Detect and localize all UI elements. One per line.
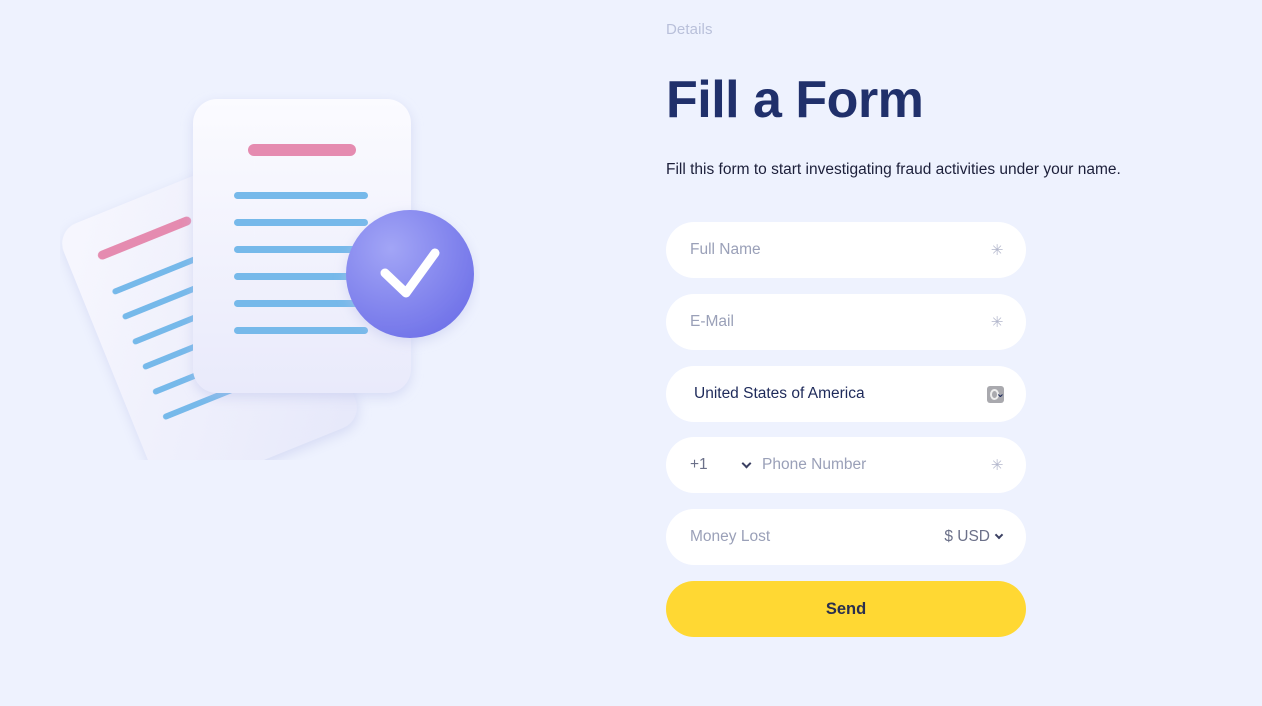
chevron-down-icon [994, 530, 1004, 540]
currency-value: $ USD [944, 528, 990, 545]
page-title: Fill a Form [666, 71, 924, 129]
money-lost-input[interactable] [690, 528, 945, 546]
required-asterisk-icon: ✳ [990, 242, 1004, 259]
phone-number-input[interactable] [762, 456, 990, 474]
full-name-input[interactable] [690, 241, 990, 259]
phone-field: +1 ✳ [666, 437, 1026, 493]
chevron-down-icon: ⌄ [995, 387, 1005, 400]
send-button[interactable]: Send [666, 581, 1026, 637]
section-label: Details [666, 21, 713, 38]
country-code-select[interactable]: +1 [690, 456, 762, 474]
country-selected-value: United States of America [694, 385, 865, 402]
chevron-down-icon [741, 458, 752, 468]
required-asterisk-icon: ✳ [990, 314, 1004, 331]
email-field: ✳ [666, 294, 1026, 350]
page-subtitle: Fill this form to start investigating fr… [666, 161, 1121, 178]
full-name-field: ✳ [666, 222, 1026, 278]
check-badge [346, 210, 474, 338]
dropdown-icon[interactable]: ⌄ [987, 385, 1005, 403]
currency-select[interactable]: $ USD [944, 528, 1004, 546]
country-select[interactable]: United States of America ⌄ [666, 366, 1026, 422]
page: Details Fill a Form Fill this form to st… [0, 0, 1262, 706]
money-lost-field: $ USD [666, 509, 1026, 565]
country-code-value: +1 [690, 456, 708, 473]
documents-with-checkmark-icon [62, 99, 474, 494]
required-asterisk-icon: ✳ [990, 457, 1004, 474]
email-input[interactable] [690, 313, 990, 331]
documents-illustration [60, 90, 480, 494]
